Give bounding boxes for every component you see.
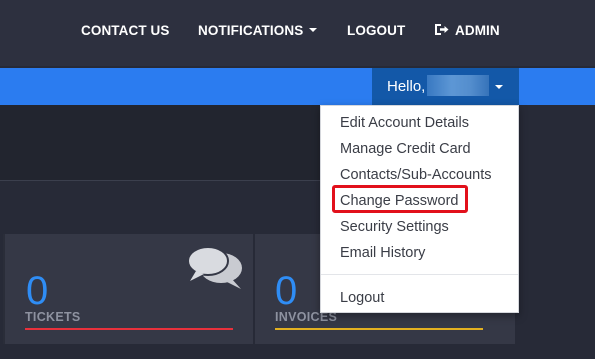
nav-contact-us[interactable]: CONTACT US: [81, 22, 170, 40]
caret-down-icon: [495, 85, 503, 89]
menu-item-logout[interactable]: Logout: [340, 288, 384, 308]
tickets-panel[interactable]: 0 TICKETS: [5, 234, 253, 344]
page-header-area: [0, 105, 320, 180]
menu-item-security-settings[interactable]: Security Settings: [340, 217, 449, 237]
tickets-count: 0: [26, 269, 49, 313]
user-greeting: Hello,: [387, 78, 426, 95]
nav-notifications[interactable]: NOTIFICATIONS: [198, 22, 318, 40]
invoices-count: 0: [275, 269, 298, 313]
user-dropdown-menu: Edit Account Details Manage Credit Card …: [320, 105, 519, 313]
nav-notifications-label: NOTIFICATIONS: [198, 23, 304, 38]
sign-out-arrow-icon: [435, 24, 449, 35]
menu-item-manage-credit-card[interactable]: Manage Credit Card: [340, 139, 471, 159]
nav-logout[interactable]: LOGOUT: [347, 22, 405, 40]
menu-item-contacts-sub-accounts[interactable]: Contacts/Sub-Accounts: [340, 165, 492, 185]
user-menu-button[interactable]: Hello,: [372, 68, 519, 105]
menu-separator: [321, 274, 518, 275]
invoices-accent-bar: [275, 328, 483, 330]
menu-item-change-password[interactable]: Change Password: [340, 191, 459, 211]
menu-item-email-history[interactable]: Email History: [340, 243, 425, 263]
tickets-label: TICKETS: [25, 310, 81, 324]
page: CONTACT US NOTIFICATIONS LOGOUT ADMIN He…: [0, 0, 595, 359]
tickets-accent-bar: [25, 328, 233, 330]
nav-admin[interactable]: ADMIN: [434, 22, 500, 40]
nav-admin-label: ADMIN: [455, 23, 500, 38]
divider: [0, 180, 320, 181]
panel-edge: [3, 234, 5, 344]
user-bar: Hello,: [0, 68, 595, 105]
redacted-username: [427, 75, 490, 97]
top-nav: CONTACT US NOTIFICATIONS LOGOUT ADMIN: [0, 0, 595, 66]
chat-bubbles-icon: [187, 246, 242, 289]
caret-down-icon: [309, 28, 318, 33]
menu-item-edit-account-details[interactable]: Edit Account Details: [340, 113, 469, 133]
